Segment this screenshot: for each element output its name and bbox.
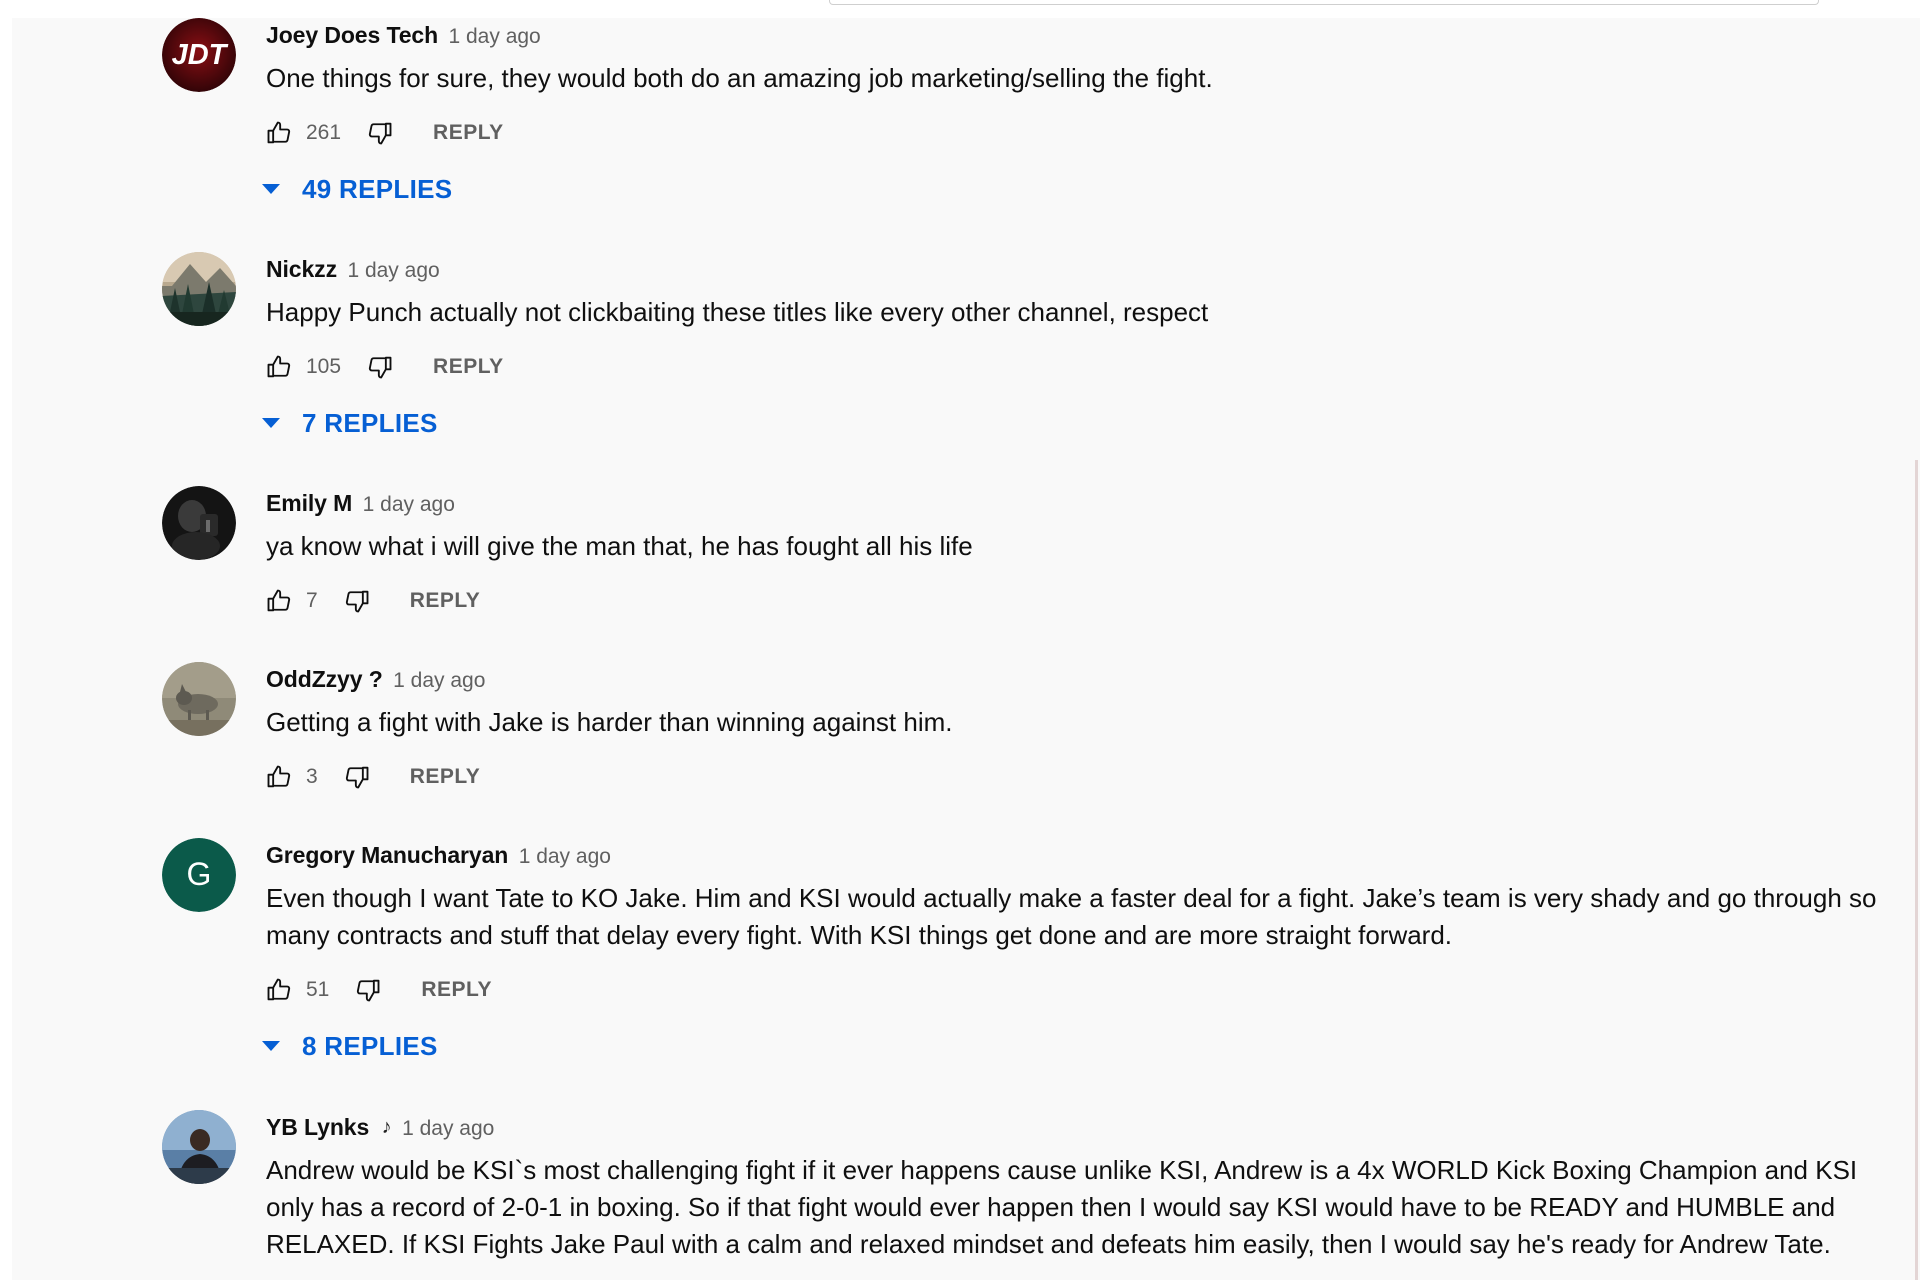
- like-button[interactable]: [262, 350, 296, 384]
- comment-text: Getting a fight with Jake is harder than…: [266, 707, 953, 737]
- reply-button[interactable]: REPLY: [410, 589, 481, 613]
- reply-button[interactable]: REPLY: [410, 765, 481, 789]
- like-count: 3: [306, 765, 318, 788]
- like-count: 7: [306, 589, 318, 612]
- dislike-button[interactable]: [363, 350, 397, 384]
- comment-text: Even though I want Tate to KO Jake. Him …: [266, 883, 1877, 950]
- dislike-button[interactable]: [340, 584, 374, 618]
- person-photo-avatar: [162, 1110, 236, 1184]
- thumbs-up-icon: [267, 121, 291, 144]
- view-replies-button[interactable]: 7 REPLIES: [260, 403, 1912, 443]
- comment-actions: 3 REPLY: [266, 757, 1912, 797]
- avatar-logo-text: JDT: [172, 39, 229, 71]
- comment-header: Gregory Manucharyan 1 day ago: [266, 838, 1912, 872]
- caret-down-icon: [262, 184, 280, 194]
- like-button[interactable]: [262, 584, 296, 618]
- music-note-badge-icon: ♪: [381, 1116, 392, 1138]
- comment-header: Emily M 1 day ago: [266, 486, 1912, 520]
- dislike-button[interactable]: [340, 760, 374, 794]
- author-name[interactable]: Joey Does Tech: [266, 22, 438, 48]
- comment-body: YB Lynks ♪ 1 day ago Andrew would be KSI…: [266, 1110, 1912, 1263]
- comment-timestamp[interactable]: 1 day ago: [402, 1117, 494, 1140]
- comment-timestamp[interactable]: 1 day ago: [393, 669, 485, 692]
- animal-photo-avatar: [162, 662, 236, 736]
- thumbs-down-icon: [357, 979, 380, 1002]
- page: JDT Joey Does Tech 1 day ago One things …: [0, 0, 1920, 1280]
- comment-body: Gregory Manucharyan 1 day ago Even thoug…: [262, 838, 1912, 1066]
- dark-photo-avatar: [162, 486, 236, 560]
- thumbs-up-icon: [267, 765, 291, 788]
- avatar[interactable]: [162, 252, 236, 326]
- dislike-button[interactable]: [351, 973, 385, 1007]
- avatar[interactable]: [162, 1110, 236, 1184]
- thumbs-up-icon: [267, 355, 291, 378]
- caret-down-icon: [262, 1041, 280, 1051]
- thumbs-down-icon: [345, 590, 369, 613]
- comment-actions: 51 REPLY: [266, 970, 1912, 1010]
- like-count: 51: [306, 978, 330, 1001]
- comment-header: Nickzz 1 day ago: [266, 252, 1912, 286]
- like-button[interactable]: [262, 760, 296, 794]
- comment-text: One things for sure, they would both do …: [266, 63, 1213, 93]
- comment-actions: 261 REPLY: [266, 113, 1912, 153]
- author-name[interactable]: YB Lynks: [266, 1114, 369, 1140]
- avatar[interactable]: G: [162, 838, 236, 912]
- dislike-button[interactable]: [363, 116, 397, 150]
- comment-text: Happy Punch actually not clickbaiting th…: [266, 297, 1209, 327]
- like-count: 261: [306, 121, 342, 144]
- replies-count-label: 8 REPLIES: [302, 1030, 438, 1061]
- comment-header: Joey Does Tech 1 day ago: [266, 18, 1912, 52]
- avatar[interactable]: [162, 662, 236, 736]
- top-input-edge[interactable]: [829, 0, 1819, 5]
- avatar-letter: G: [187, 856, 212, 892]
- comment-body: Nickzz 1 day ago Happy Punch actually no…: [262, 252, 1912, 443]
- comment-timestamp[interactable]: 1 day ago: [347, 259, 439, 282]
- thumbs-down-icon: [368, 356, 392, 379]
- avatar[interactable]: JDT: [162, 18, 236, 92]
- right-edge-divider: [1915, 460, 1918, 1280]
- comment-text: Andrew would be KSI`s most challenging f…: [266, 1155, 1858, 1259]
- reply-button[interactable]: REPLY: [421, 978, 492, 1002]
- thumbs-up-icon: [267, 978, 291, 1001]
- reply-button[interactable]: REPLY: [433, 355, 504, 379]
- comment-text: ya know what i will give the man that, h…: [266, 531, 973, 561]
- replies-count-label: 7 REPLIES: [302, 407, 438, 438]
- author-name[interactable]: Gregory Manucharyan: [266, 842, 508, 868]
- comment-timestamp[interactable]: 1 day ago: [448, 25, 540, 48]
- comments-section: JDT Joey Does Tech 1 day ago One things …: [12, 18, 1920, 1280]
- author-name[interactable]: OddZzyy ?: [266, 666, 383, 692]
- comment-timestamp[interactable]: 1 day ago: [519, 845, 611, 868]
- comment-timestamp[interactable]: 1 day ago: [363, 493, 455, 516]
- like-count: 105: [306, 355, 342, 378]
- comment-header: OddZzyy ? 1 day ago: [266, 662, 1912, 696]
- comment-body: Joey Does Tech 1 day ago One things for …: [262, 18, 1912, 209]
- caret-down-icon: [262, 418, 280, 428]
- replies-count-label: 49 REPLIES: [302, 173, 453, 204]
- like-button[interactable]: [262, 116, 296, 150]
- author-name[interactable]: Emily M: [266, 490, 352, 516]
- comment-body: Emily M 1 day ago ya know what i will gi…: [266, 486, 1912, 621]
- comment-body: OddZzyy ? 1 day ago Getting a fight with…: [266, 662, 1912, 797]
- author-name[interactable]: Nickzz: [266, 256, 337, 282]
- jdt-logo-avatar: JDT: [162, 18, 236, 92]
- thumbs-down-icon: [345, 766, 369, 789]
- view-replies-button[interactable]: 49 REPLIES: [260, 169, 1912, 209]
- comment-header: YB Lynks ♪ 1 day ago: [266, 1110, 1912, 1144]
- avatar[interactable]: [162, 486, 236, 560]
- view-replies-button[interactable]: 8 REPLIES: [260, 1026, 1912, 1066]
- thumbs-up-icon: [267, 589, 291, 612]
- comment-actions: 7 REPLY: [266, 581, 1912, 621]
- reply-button[interactable]: REPLY: [433, 121, 504, 145]
- comment-actions: 105 REPLY: [266, 347, 1912, 387]
- thumbs-down-icon: [368, 122, 392, 145]
- letter-avatar: G: [162, 838, 236, 912]
- mountain-landscape-avatar: [162, 252, 236, 326]
- like-button[interactable]: [262, 973, 296, 1007]
